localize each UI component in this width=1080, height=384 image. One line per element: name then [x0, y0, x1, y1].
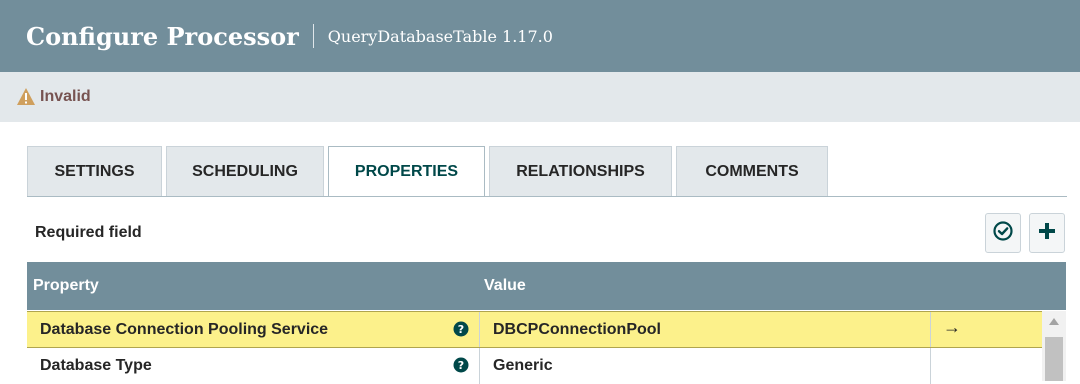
column-header-property[interactable]: Property: [33, 277, 99, 295]
property-value[interactable]: Generic: [493, 357, 553, 375]
go-to-service-arrow-icon[interactable]: →: [943, 317, 961, 338]
dialog-title: Configure Processor: [26, 21, 299, 51]
tab-underline: [27, 196, 1067, 197]
property-name: Database Type: [40, 357, 152, 374]
table-row[interactable]: Database Connection Pooling Service ? DB…: [27, 311, 1042, 348]
tab-bar: SETTINGS SCHEDULING PROPERTIES RELATIONS…: [27, 146, 832, 197]
scroll-up-arrow-icon[interactable]: [1049, 318, 1059, 325]
title-separator: [312, 24, 314, 48]
tab-relationships[interactable]: RELATIONSHIPS: [489, 146, 672, 196]
cell-divider: [479, 348, 480, 384]
help-icon[interactable]: ?: [453, 357, 469, 373]
required-field-label: Required field: [35, 224, 142, 241]
cell-divider: [930, 312, 931, 347]
dialog-header: Configure Processor QueryDatabaseTable 1…: [0, 0, 1080, 72]
cell-divider: [479, 312, 480, 347]
plus-icon: [1037, 221, 1057, 246]
property-value[interactable]: DBCPConnectionPool: [493, 321, 661, 339]
property-name: Database Connection Pooling Service: [40, 321, 329, 338]
cell-divider: [930, 348, 931, 384]
add-property-button[interactable]: [1029, 213, 1065, 253]
svg-text:?: ?: [458, 323, 464, 336]
tab-properties[interactable]: PROPERTIES: [328, 146, 485, 197]
check-circle-icon: [992, 220, 1014, 247]
tab-scheduling[interactable]: SCHEDULING: [166, 146, 324, 196]
verify-properties-button[interactable]: [985, 213, 1021, 253]
scrollbar-thumb[interactable]: [1045, 337, 1063, 381]
tab-settings[interactable]: SETTINGS: [27, 146, 162, 196]
tab-comments[interactable]: COMMENTS: [676, 146, 828, 196]
table-scrollbar[interactable]: [1042, 311, 1066, 381]
column-header-value[interactable]: Value: [484, 277, 526, 295]
properties-table-header: Property Value: [27, 262, 1066, 310]
validation-status-text: Invalid: [40, 88, 91, 105]
help-icon[interactable]: ?: [453, 321, 469, 337]
svg-text:?: ?: [458, 359, 464, 372]
validation-status-bar: Invalid: [0, 72, 1080, 122]
table-row[interactable]: Database Type ? Generic: [27, 348, 1042, 384]
warning-icon: [16, 87, 36, 107]
processor-type-version: QueryDatabaseTable 1.17.0: [327, 26, 553, 46]
